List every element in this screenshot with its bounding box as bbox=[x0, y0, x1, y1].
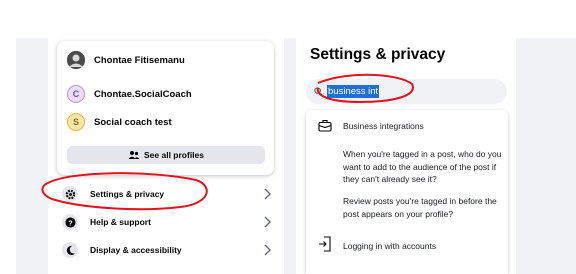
see-all-label: See all profiles bbox=[144, 150, 204, 160]
moon-icon bbox=[62, 242, 78, 258]
profile-item-test[interactable]: S Social coach test bbox=[67, 111, 172, 133]
search-icon bbox=[314, 87, 323, 96]
search-value: business int bbox=[327, 85, 380, 98]
search-input[interactable]: business int bbox=[306, 79, 507, 104]
page-title: Settings & privacy bbox=[310, 46, 446, 63]
menu-item-label: Help & support bbox=[90, 217, 151, 227]
menu-item-label: Settings & privacy bbox=[90, 189, 165, 199]
search-results-dropdown: Business integrations When you're tagged… bbox=[306, 110, 508, 274]
profile-name: Social coach test bbox=[94, 116, 172, 128]
menu-item-display-accessibility[interactable]: Display & accessibility bbox=[57, 238, 277, 262]
profiles-card: Chontae Fitisemanu C Chontae.SocialCoach… bbox=[57, 41, 274, 175]
svg-text:?: ? bbox=[68, 218, 73, 227]
avatar: S bbox=[67, 113, 85, 131]
chevron-right-icon bbox=[264, 216, 271, 228]
profile-item-main[interactable]: Chontae Fitisemanu bbox=[67, 49, 185, 71]
profile-name: Chontae Fitisemanu bbox=[94, 54, 185, 66]
search-result-item[interactable]: Review posts you're tagged in before the… bbox=[343, 195, 505, 220]
search-result-item[interactable]: Logging in with accounts bbox=[343, 240, 505, 253]
profile-item-socialcoach[interactable]: C Chontae.SocialCoach bbox=[67, 83, 192, 105]
menu-item-settings-privacy[interactable]: Settings & privacy bbox=[57, 182, 277, 206]
chevron-right-icon bbox=[264, 244, 271, 256]
gear-icon bbox=[62, 186, 78, 202]
menu-item-label: Display & accessibility bbox=[90, 245, 182, 255]
briefcase-icon bbox=[318, 119, 332, 132]
avatar-letter: C bbox=[72, 89, 80, 99]
question-icon: ? bbox=[62, 214, 78, 230]
people-icon bbox=[128, 151, 140, 159]
login-icon bbox=[319, 236, 331, 252]
avatar: C bbox=[67, 85, 85, 103]
search-result-item[interactable]: Business integrations bbox=[343, 120, 505, 133]
avatar-letter: S bbox=[72, 117, 79, 127]
avatar bbox=[67, 51, 85, 69]
chevron-right-icon bbox=[264, 188, 271, 200]
see-all-profiles-button[interactable]: See all profiles bbox=[67, 146, 265, 164]
profile-name: Chontae.SocialCoach bbox=[94, 88, 192, 100]
menu-item-help-support[interactable]: ? Help & support bbox=[57, 210, 277, 234]
search-result-item[interactable]: When you're tagged in a post, who do you… bbox=[343, 148, 505, 186]
